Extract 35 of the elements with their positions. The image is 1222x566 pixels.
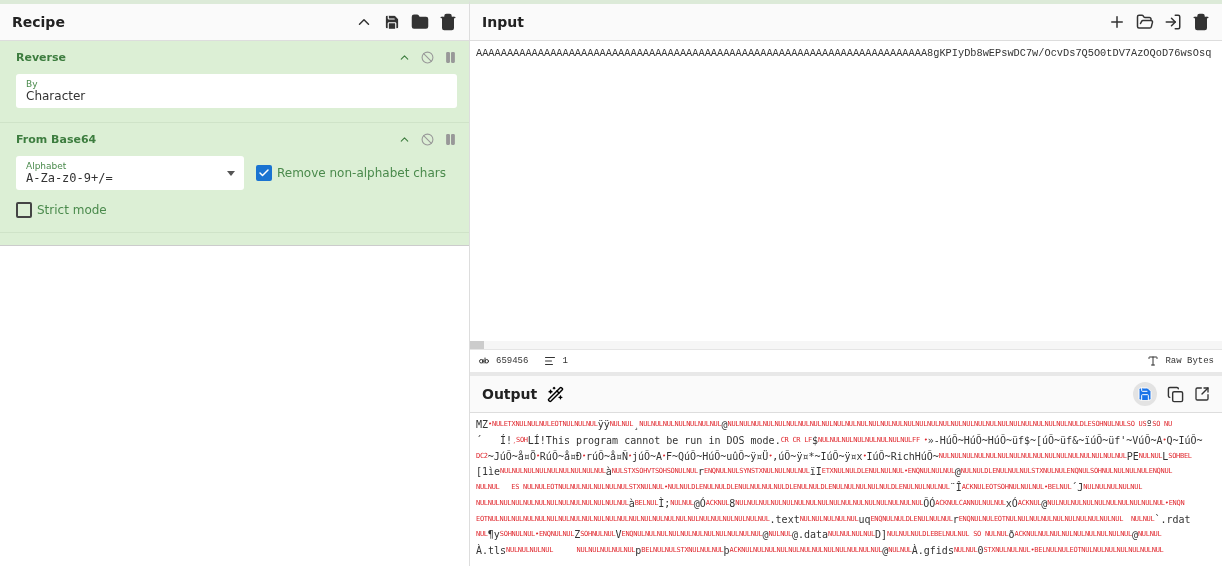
trash-icon[interactable]	[439, 13, 457, 31]
panel-title: Recipe	[12, 14, 66, 30]
checkbox-label: Strict mode	[37, 203, 107, 217]
panel-title: Output	[482, 386, 538, 402]
folder-icon[interactable]	[411, 13, 429, 31]
text-icon	[1147, 355, 1160, 367]
checkbox[interactable]	[256, 165, 272, 181]
save-icon	[1137, 386, 1153, 402]
text-field[interactable]: By Character	[16, 74, 457, 108]
checkmark-icon	[258, 167, 270, 179]
dropdown-caret-icon	[227, 171, 235, 176]
magic-wand-icon[interactable]	[547, 385, 565, 403]
import-file-icon[interactable]	[1164, 13, 1182, 31]
panel-title: Input	[482, 14, 525, 30]
input-text[interactable]: AAAAAAAAAAAAAAAAAAAAAAAAAAAAAAAAAAAAAAAAAAAAAAAAAAAAAAAAAAAAAAAAAAAAAAAAA8gKPIyDb8wEPswDC7w/OcvDs7Q5O0tDV7AzOQoD76wsOsq	[470, 41, 1222, 341]
open-in-input-button[interactable]	[1194, 386, 1210, 402]
folder-icon[interactable]	[1136, 13, 1154, 31]
checkbox-label: Remove non-alphabet chars	[277, 166, 446, 180]
trash-icon[interactable]	[1192, 13, 1210, 31]
checkbox-option[interactable]: Remove non-alphabet chars	[256, 165, 446, 181]
operation-title: Reverse	[16, 51, 67, 64]
add-icon[interactable]	[1108, 13, 1126, 31]
lines-icon	[544, 355, 557, 367]
checkbox-option[interactable]: Strict mode	[16, 202, 107, 218]
scrollbar-thumb[interactable]	[470, 341, 484, 349]
line-count: 1	[562, 356, 568, 366]
save-button[interactable]	[1133, 382, 1157, 406]
text-length-icon	[478, 355, 490, 367]
copy-button[interactable]	[1167, 385, 1184, 403]
alphabet-select[interactable]: Alphabet A-Za-z0-9+/=	[16, 156, 244, 190]
length-count: 659456	[496, 356, 529, 366]
operation-title: From Base64	[16, 133, 98, 146]
save-icon[interactable]	[383, 13, 401, 31]
checkbox[interactable]	[16, 202, 32, 218]
encoding-label[interactable]: Raw Bytes	[1165, 356, 1214, 366]
